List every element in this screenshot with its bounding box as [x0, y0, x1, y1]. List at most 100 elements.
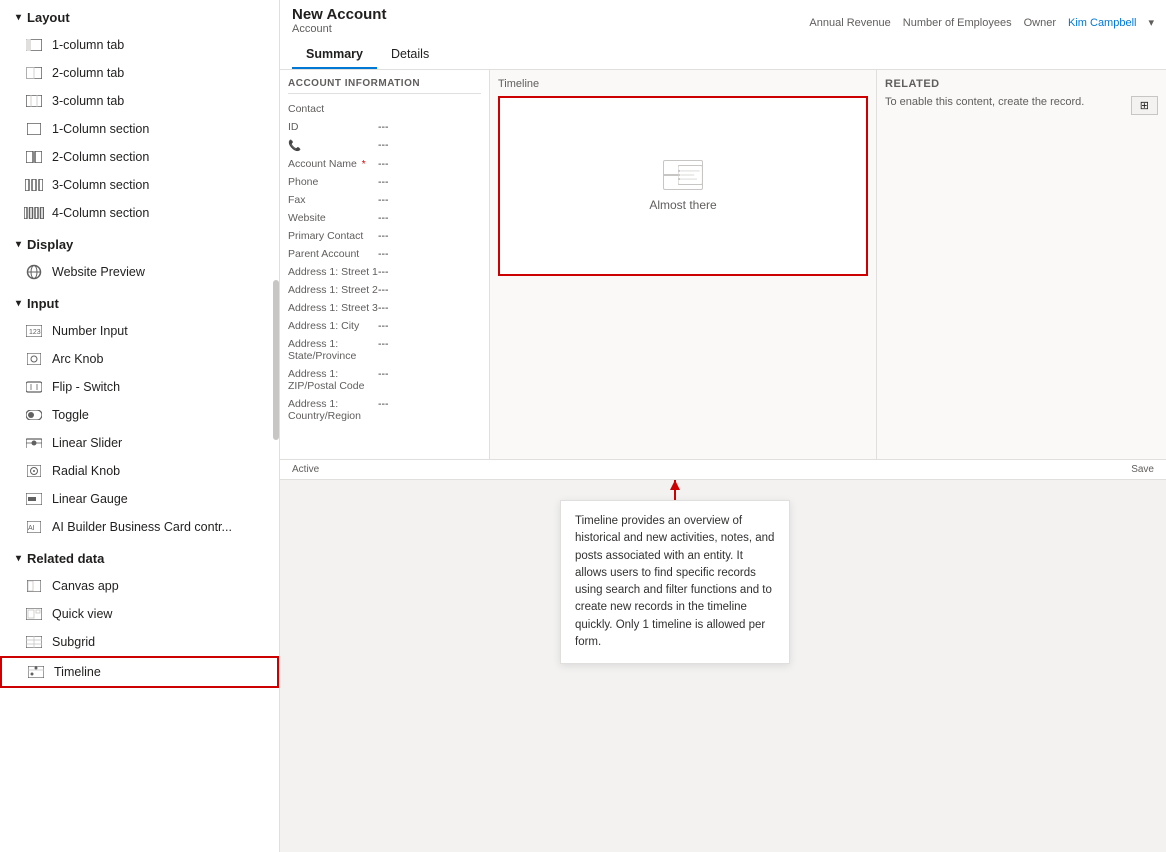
bottom-area: Timeline provides an overview of histori… [280, 480, 1166, 852]
field-fax: Fax --- [288, 191, 481, 209]
tab-details[interactable]: Details [377, 41, 443, 69]
sidebar-item-2col-tab[interactable]: 2-column tab [0, 59, 279, 87]
preview-footer: Active Save [280, 459, 1166, 479]
number-input-icon: 123 [24, 323, 44, 339]
3col-section-icon [24, 177, 44, 193]
display-chevron-icon: ▾ [16, 239, 21, 250]
field-value-account-name: --- [378, 158, 389, 170]
timeline-almost-there: Almost there [649, 160, 716, 212]
field-addr1-street2: Address 1: Street 2 --- [288, 281, 481, 299]
field-id: ID --- [288, 118, 481, 136]
sidebar-item-linear-gauge[interactable]: Linear Gauge [0, 485, 279, 513]
related-expand-button[interactable]: ⊞ [1131, 96, 1158, 115]
sidebar-item-3col-section[interactable]: 3-Column section [0, 171, 279, 199]
field-value-addr1-country: --- [378, 398, 389, 410]
sidebar-item-1col-tab[interactable]: 1-column tab [0, 31, 279, 59]
related-data-section-label: Related data [27, 551, 104, 566]
breadcrumb: Account [292, 23, 332, 35]
globe-icon [24, 264, 44, 280]
layout-section-header[interactable]: ▾ Layout [0, 0, 279, 31]
sidebar-item-toggle[interactable]: Toggle [0, 401, 279, 429]
sidebar-item-canvas-app[interactable]: Canvas app [0, 572, 279, 600]
field-addr1-street1: Address 1: Street 1 --- [288, 263, 481, 281]
field-addr1-country: Address 1: Country/Region --- [288, 395, 481, 425]
sidebar-item-linear-slider-label: Linear Slider [52, 436, 122, 450]
sidebar-item-radial-knob[interactable]: Radial Knob [0, 457, 279, 485]
related-header: RELATED [885, 78, 1158, 90]
field-addr1-state: Address 1: State/Province --- [288, 335, 481, 365]
record-header: New Account Account Annual Revenue Numbe… [280, 0, 1166, 70]
field-label-addr1-state: Address 1: State/Province [288, 338, 378, 362]
field-value-addr1-street3: --- [378, 302, 389, 314]
sidebar-item-3col-tab[interactable]: 3-column tab [0, 87, 279, 115]
2col-tab-icon [24, 65, 44, 81]
field-label-id: ID [288, 121, 378, 133]
field-label-phone-icon: 📞 [288, 139, 378, 152]
sidebar-item-3col-tab-label: 3-column tab [52, 94, 124, 108]
sidebar-item-1col-tab-label: 1-column tab [52, 38, 124, 52]
display-section-header[interactable]: ▾ Display [0, 227, 279, 258]
sidebar-item-flip-switch[interactable]: Flip - Switch [0, 373, 279, 401]
sidebar-item-arc-knob[interactable]: Arc Knob [0, 345, 279, 373]
sidebar-item-toggle-label: Toggle [52, 408, 89, 422]
sidebar-item-subgrid[interactable]: Subgrid [0, 628, 279, 656]
related-data-section-header[interactable]: ▾ Related data [0, 541, 279, 572]
field-label-addr1-street3: Address 1: Street 3 [288, 302, 378, 314]
sidebar-item-quick-view[interactable]: Quick view [0, 600, 279, 628]
scrollbar[interactable] [273, 280, 279, 440]
user-name: Kim Campbell [1068, 17, 1136, 29]
sidebar-item-flip-switch-label: Flip - Switch [52, 380, 120, 394]
field-value-addr1-street2: --- [378, 284, 389, 296]
field-value-parent-account: --- [378, 248, 389, 260]
sidebar-item-website-preview[interactable]: Website Preview [0, 258, 279, 286]
field-value-addr1-city: --- [378, 320, 389, 332]
sidebar-item-timeline[interactable]: Timeline [0, 656, 279, 688]
field-value-fax: --- [378, 194, 389, 206]
sidebar-item-number-input[interactable]: 123 Number Input [0, 317, 279, 345]
tab-summary[interactable]: Summary [292, 41, 377, 69]
field-phone-icon: 📞 --- [288, 136, 481, 155]
sidebar-item-2col-tab-label: 2-column tab [52, 66, 124, 80]
field-contact: Contact [288, 100, 481, 118]
ai-builder-icon: AI [24, 519, 44, 535]
3col-tab-icon [24, 93, 44, 109]
2col-section-icon [24, 149, 44, 165]
field-label-fax: Fax [288, 194, 378, 206]
canvas-app-icon [24, 578, 44, 594]
field-label-primary-contact: Primary Contact [288, 230, 378, 242]
almost-there-text: Almost there [649, 198, 716, 212]
sidebar-item-canvas-app-label: Canvas app [52, 579, 119, 593]
field-label-addr1-country: Address 1: Country/Region [288, 398, 378, 422]
field-label-contact: Contact [288, 103, 378, 115]
sidebar-item-3col-section-label: 3-Column section [52, 178, 149, 192]
sidebar-item-1col-section[interactable]: 1-Column section [0, 115, 279, 143]
field-value-id: --- [378, 121, 389, 133]
svg-text:AI: AI [28, 525, 35, 532]
display-section-label: Display [27, 237, 73, 252]
related-message: To enable this content, create the recor… [885, 96, 1084, 108]
arc-knob-icon [24, 351, 44, 367]
field-label-parent-account: Parent Account [288, 248, 378, 260]
field-value-addr1-zip: --- [378, 368, 389, 380]
field-value-addr1-state: --- [378, 338, 389, 350]
timeline-icon [26, 664, 46, 680]
num-employees-label: Number of Employees [903, 17, 1012, 29]
flip-switch-icon [24, 379, 44, 395]
sidebar-item-2col-section[interactable]: 2-Column section [0, 143, 279, 171]
record-body: ACCOUNT INFORMATION Contact ID --- 📞 ---… [280, 70, 1166, 459]
sidebar-item-linear-slider[interactable]: Linear Slider [0, 429, 279, 457]
sidebar-item-linear-gauge-label: Linear Gauge [52, 492, 128, 506]
sidebar-item-ai-builder[interactable]: AI AI Builder Business Card contr... [0, 513, 279, 541]
sidebar-item-radial-knob-label: Radial Knob [52, 464, 120, 478]
chevron-down-icon: ▾ [1148, 16, 1154, 29]
field-value-website: --- [378, 212, 389, 224]
1col-section-icon [24, 121, 44, 137]
sidebar-item-number-input-label: Number Input [52, 324, 128, 338]
input-section-header[interactable]: ▾ Input [0, 286, 279, 317]
field-label-addr1-zip: Address 1: ZIP/Postal Code [288, 368, 378, 392]
field-label-addr1-city: Address 1: City [288, 320, 378, 332]
preview-panel: New Account Account Annual Revenue Numbe… [280, 0, 1166, 480]
sidebar-item-ai-builder-label: AI Builder Business Card contr... [52, 520, 232, 534]
sidebar-item-4col-section[interactable]: 4-Column section [0, 199, 279, 227]
sidebar-item-quick-view-label: Quick view [52, 607, 112, 621]
